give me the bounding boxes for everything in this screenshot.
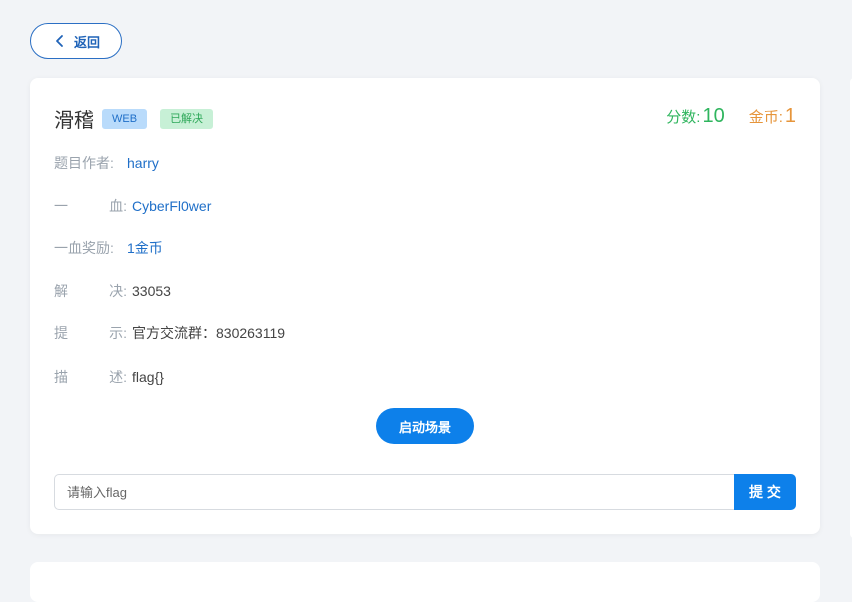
challenge-title: 滑稽 [54, 110, 94, 132]
hint-label-part2: 示: [109, 325, 127, 341]
description-label-part2: 述: [109, 369, 127, 385]
description-value: flag{} [132, 369, 164, 385]
first-blood-reward-value: 1金币 [127, 240, 163, 256]
first-blood-label-part1: 一 [54, 198, 68, 214]
hint-label-part1: 提 [54, 325, 68, 341]
coin-value: 1 [784, 105, 796, 127]
hint-label: 提 示: [54, 323, 127, 343]
first-blood-row: 一 血: CyberFl0wer [54, 196, 211, 216]
chevron-left-icon [52, 33, 68, 49]
solves-label-part2: 决: [109, 283, 127, 299]
status-badge: 已解决 [160, 108, 214, 129]
score-value: 10 [702, 105, 725, 127]
score-label: 分数: [666, 109, 701, 126]
coin-label: 金币: [748, 109, 783, 126]
author-label: 题目作者: [54, 155, 114, 171]
solves-label: 解 决: [54, 281, 127, 301]
description-label: 描 述: [54, 367, 127, 387]
score-area: 分数: 10 金币: 1 [666, 105, 796, 128]
flag-input[interactable] [54, 474, 734, 510]
solves-value: 33053 [132, 283, 171, 299]
back-button[interactable]: 返回 [30, 23, 122, 59]
first-blood-label-part2: 血: [109, 198, 127, 214]
category-badge: WEB [102, 108, 148, 129]
description-label-part1: 描 [54, 369, 68, 385]
next-card [30, 562, 820, 602]
solves-row: 解 决: 33053 [54, 281, 171, 301]
challenge-header: 滑稽 WEB 已解决 [54, 104, 226, 133]
solves-label-part1: 解 [54, 283, 68, 299]
first-blood-reward-row: 一血奖励: 1金币 [54, 238, 163, 258]
first-blood-value[interactable]: CyberFl0wer [132, 198, 211, 214]
first-blood-label: 一 血: [54, 196, 127, 216]
submit-button[interactable]: 提 交 [734, 474, 796, 510]
hint-row: 提 示: 官方交流群：830263119 [54, 323, 285, 343]
author-row: 题目作者: harry [54, 153, 159, 173]
first-blood-reward-label: 一血奖励: [54, 240, 114, 256]
back-button-label: 返回 [73, 34, 100, 50]
hint-value: 官方交流群：830263119 [132, 325, 286, 341]
launch-scene-button[interactable]: 启动场景 [376, 408, 474, 444]
author-value[interactable]: harry [127, 155, 159, 171]
description-row: 描 述: flag{} [54, 367, 164, 387]
challenge-card: 滑稽 WEB 已解决 分数: 10 金币: 1 题目作者: harry 一 血:… [30, 78, 820, 534]
